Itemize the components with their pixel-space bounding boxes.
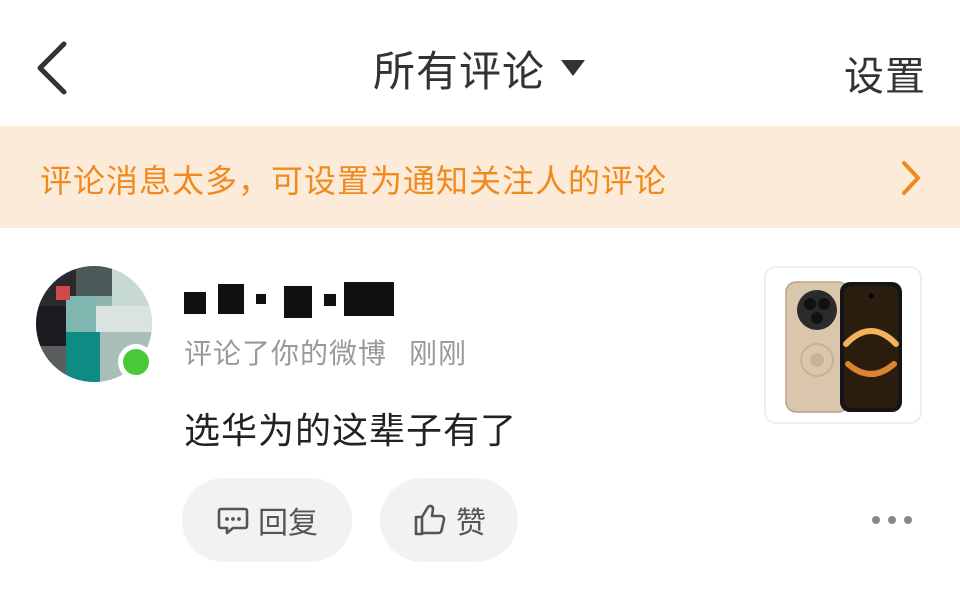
more-dot-icon bbox=[872, 516, 880, 524]
weibo-post-thumbnail[interactable] bbox=[764, 266, 922, 424]
top-bar: 所有评论 设置 bbox=[0, 0, 960, 126]
settings-button[interactable]: 设置 bbox=[844, 44, 926, 102]
thumbs-up-icon bbox=[414, 504, 446, 536]
phone-image-icon bbox=[785, 281, 902, 413]
comment-icon bbox=[217, 507, 249, 535]
more-dot-icon bbox=[904, 516, 912, 524]
reply-button[interactable]: 回复 bbox=[182, 478, 352, 562]
comment-action-text: 评论了你的微博 bbox=[184, 337, 388, 370]
comment-filter-dropdown[interactable]: 所有评论 bbox=[0, 38, 960, 98]
chevron-right-icon bbox=[902, 161, 920, 195]
username-redacted[interactable] bbox=[184, 280, 404, 320]
comment-content: 选华为的这辈子有了 bbox=[184, 411, 518, 452]
more-dot-icon bbox=[888, 516, 896, 524]
page-title: 所有评论 bbox=[372, 46, 545, 96]
timestamp: 刚刚 bbox=[409, 337, 468, 370]
reply-label: 回复 bbox=[258, 506, 318, 541]
like-button[interactable]: 赞 bbox=[380, 478, 518, 562]
banner-text: 评论消息太多，可设置为通知关注人的评论 bbox=[40, 162, 668, 200]
caret-down-icon bbox=[561, 60, 585, 76]
comment-meta: 评论了你的微博 刚刚 bbox=[184, 332, 467, 372]
like-label: 赞 bbox=[456, 506, 486, 541]
comment-item: 评论了你的微博 刚刚 选华为的这辈子有了 回复 赞 bbox=[0, 228, 960, 596]
notification-tip-banner[interactable]: 评论消息太多，可设置为通知关注人的评论 bbox=[0, 126, 960, 228]
more-options-button[interactable] bbox=[872, 510, 912, 530]
online-status-dot bbox=[118, 344, 154, 380]
